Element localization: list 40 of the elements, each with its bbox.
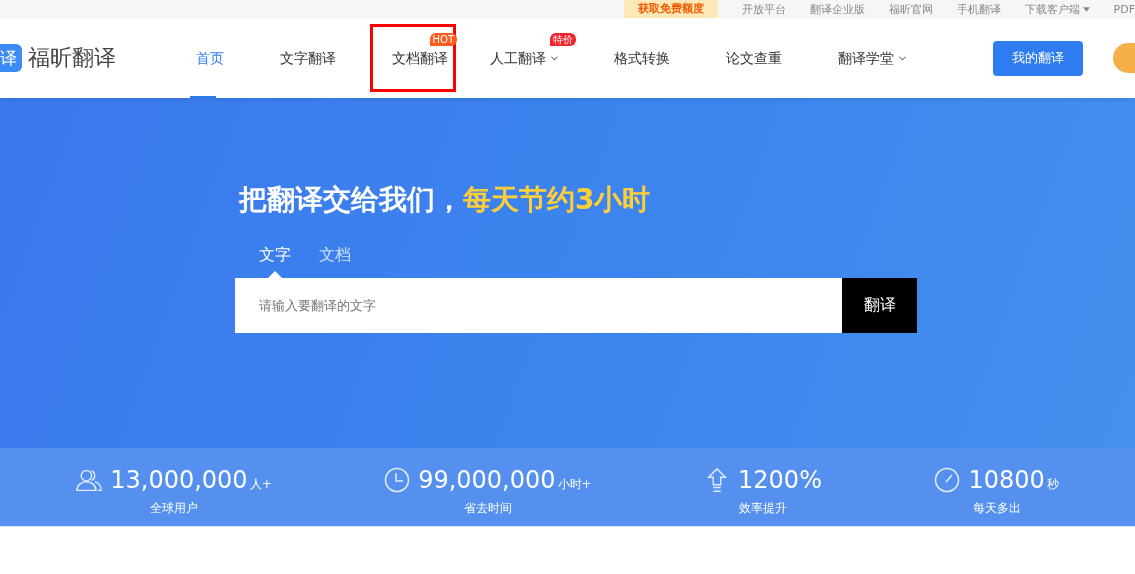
logo-icon[interactable]: 译	[0, 44, 22, 72]
top-link[interactable]: 翻译企业版	[809, 1, 865, 17]
my-translation-button[interactable]: 我的翻译	[993, 40, 1083, 76]
stat-value: 1200%	[738, 466, 822, 494]
mode-tab[interactable]: 文档	[319, 242, 351, 278]
stat-value: 99,000,000	[418, 466, 556, 494]
nav-tab[interactable]: 文字翻译	[266, 48, 336, 68]
stat-label: 全球用户	[149, 500, 198, 517]
top-link[interactable]: PDF	[1113, 2, 1135, 16]
stat-label: 每天多出	[972, 500, 1021, 517]
nav-badge: 特价	[550, 33, 576, 46]
nav-tab[interactable]: 翻译学堂	[824, 48, 894, 68]
stat-value: 13,000,000	[110, 466, 248, 494]
avatar-icon[interactable]	[1113, 43, 1135, 73]
top-link[interactable]: 下载客户端	[1024, 1, 1080, 17]
stat-unit: 小时+	[557, 475, 592, 493]
hero-title: 把翻译交给我们，每天节约3小时	[239, 182, 652, 218]
users-icon	[76, 467, 103, 493]
nav-tab[interactable]: 论文查重	[712, 48, 782, 68]
stat-label: 省去时间	[463, 500, 512, 517]
gauge-icon	[934, 467, 961, 493]
stat-label: 效率提升	[739, 500, 787, 517]
nav-tab[interactable]: 人工翻译	[476, 48, 546, 68]
nav-tab[interactable]: 首页	[182, 48, 224, 68]
stat-value: 10800	[968, 466, 1045, 494]
nav-tab[interactable]: 格式转换	[600, 48, 670, 68]
text-input-field[interactable]: 请输入要翻译的文字	[235, 278, 842, 333]
active-indicator	[190, 96, 216, 98]
nav-badge: HOT	[429, 33, 457, 46]
clock-icon	[384, 467, 411, 493]
mode-tab[interactable]: 文字	[259, 242, 291, 278]
free-quota-link[interactable]: 获取免费额度	[623, 0, 718, 18]
top-link[interactable]: 福昕官网	[888, 1, 933, 17]
stat-unit: 秒	[1046, 475, 1059, 493]
top-link[interactable]: 手机翻译	[956, 1, 1001, 17]
stat-unit: 人+	[249, 475, 272, 493]
translate-button[interactable]: 翻译	[842, 278, 917, 333]
top-link[interactable]: 开放平台	[741, 1, 786, 17]
logo-text[interactable]: 福昕翻译	[28, 43, 116, 73]
nav-tab[interactable]: 文档翻译	[378, 48, 448, 68]
